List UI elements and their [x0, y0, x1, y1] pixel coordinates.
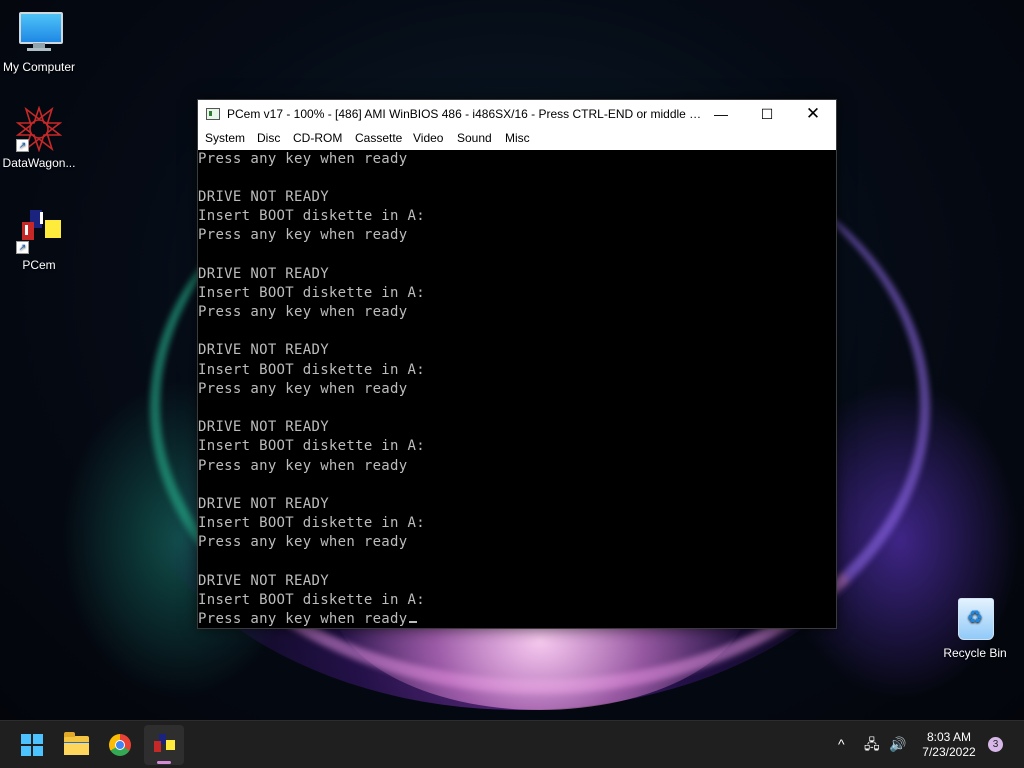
pcem-icon: ↗	[16, 208, 62, 254]
volume-icon[interactable]: 🔊	[889, 735, 906, 753]
menu-cassette[interactable]: Cassette	[354, 131, 403, 145]
screen-line: DRIVE NOT READY	[198, 496, 329, 512]
notification-count-badge[interactable]: 3	[988, 737, 1003, 752]
start-icon	[21, 734, 43, 756]
menu-system[interactable]: System	[204, 131, 246, 145]
show-hidden-icons-chevron-icon[interactable]: ^	[838, 735, 845, 753]
menu-cd-rom[interactable]: CD-ROM	[292, 131, 343, 145]
screen-line: Insert BOOT diskette in A:	[198, 592, 425, 608]
screen-line: Press any key when ready	[198, 304, 408, 320]
taskbar-clock[interactable]: 8:03 AM 7/23/2022	[914, 730, 984, 760]
clock-time: 8:03 AM	[926, 730, 972, 744]
screen-line: DRIVE NOT READY	[198, 189, 329, 205]
screen-line: DRIVE NOT READY	[198, 573, 329, 589]
screen-line: Insert BOOT diskette in A:	[198, 285, 425, 301]
chrome-button[interactable]	[100, 725, 140, 765]
recycle-bin-icon: ♻	[952, 596, 998, 642]
clock-date: 7/23/2022	[922, 745, 976, 759]
menu-bar: System Disc CD-ROM Cassette Video Sound …	[198, 128, 836, 150]
screen-line: Press any key when ready	[198, 151, 408, 167]
pcem-icon	[152, 734, 176, 756]
screen-line: DRIVE NOT READY	[198, 342, 329, 358]
desktop-icon-datawagon[interactable]: ↗ DataWagon...	[0, 106, 78, 170]
shortcut-arrow-icon: ↗	[16, 241, 29, 254]
desktop-icon-label: PCem	[22, 258, 56, 272]
pcem-window[interactable]: PCem v17 - 100% - [486] AMI WinBIOS 486 …	[197, 99, 837, 629]
active-app-indicator	[157, 761, 171, 764]
window-title: PCem v17 - 100% - [486] AMI WinBIOS 486 …	[227, 107, 705, 121]
desktop-icon-label: My Computer	[2, 60, 76, 74]
screen-line: DRIVE NOT READY	[198, 419, 329, 435]
chrome-icon	[109, 734, 131, 756]
menu-disc[interactable]: Disc	[256, 131, 281, 145]
computer-icon	[16, 10, 63, 56]
desktop-icon-my-computer[interactable]: My Computer	[0, 10, 78, 74]
screen-line: Press any key when ready	[198, 381, 408, 397]
datawagon-icon: ↗	[16, 106, 62, 152]
pcem-app-icon[interactable]	[206, 108, 220, 120]
screen-line: Insert BOOT diskette in A:	[198, 362, 425, 378]
desktop-icon-pcem[interactable]: ↗ PCem	[0, 208, 78, 272]
desktop-icon-label: Recycle Bin	[943, 646, 1007, 660]
network-icon[interactable]: 🖧	[864, 735, 880, 753]
shortcut-arrow-icon: ↗	[16, 139, 29, 152]
taskbar: ^ 🖧 🔊 8:03 AM 7/23/2022 3	[0, 720, 1024, 768]
file-explorer-icon	[64, 732, 89, 755]
close-button[interactable]: ✕	[790, 100, 836, 128]
screen-line-last: Press any key when ready	[198, 610, 417, 628]
screen-line: Insert BOOT diskette in A:	[198, 438, 425, 454]
maximize-button[interactable]: ☐	[744, 100, 790, 128]
menu-video[interactable]: Video	[412, 131, 444, 145]
minimize-button[interactable]: —	[698, 100, 744, 128]
screen-line: Press any key when ready	[198, 227, 408, 243]
emulator-screen[interactable]: Press any key when ready DRIVE NOT READY…	[198, 150, 836, 628]
screen-line-text: Press any key when ready	[198, 611, 408, 627]
screen-line: DRIVE NOT READY	[198, 266, 329, 282]
start-button[interactable]	[12, 725, 52, 765]
desktop-icon-label: DataWagon...	[2, 156, 76, 170]
desktop-icon-recycle-bin[interactable]: ♻ Recycle Bin	[936, 596, 1014, 660]
screen-line: Insert BOOT diskette in A:	[198, 515, 425, 531]
file-explorer-button[interactable]	[56, 725, 96, 765]
text-cursor	[408, 621, 417, 623]
pcem-taskbar-button[interactable]	[144, 725, 184, 765]
menu-misc[interactable]: Misc	[504, 131, 531, 145]
screen-line: Press any key when ready	[198, 458, 408, 474]
menu-sound[interactable]: Sound	[456, 131, 493, 145]
screen-line: Insert BOOT diskette in A:	[198, 208, 425, 224]
screen-line: Press any key when ready	[198, 534, 408, 550]
window-titlebar[interactable]: PCem v17 - 100% - [486] AMI WinBIOS 486 …	[198, 100, 836, 128]
